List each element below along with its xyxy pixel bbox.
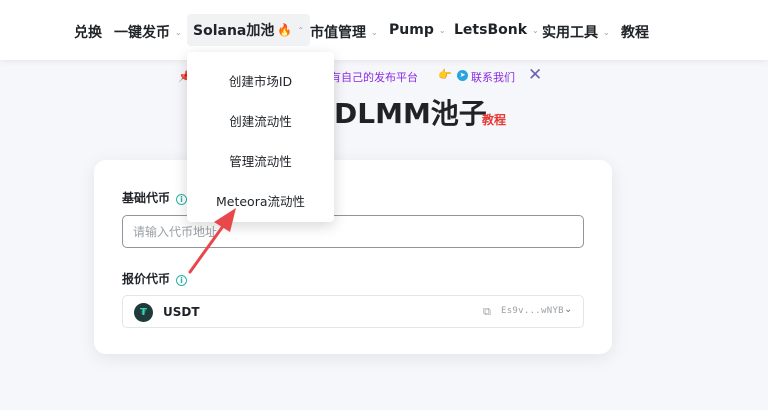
quote-token-select[interactable]: ₮ USDT ⧉ Es9v...wNYB ⌄ xyxy=(122,295,584,328)
telegram-icon[interactable]: ➤ xyxy=(457,70,468,81)
nav-item-label: Solana加池 xyxy=(193,23,275,39)
nav-item-swap[interactable]: 兑换 xyxy=(74,22,102,42)
chevron-down-icon: ⌄ xyxy=(603,27,610,37)
menu-item-create-liquidity[interactable]: 创建流动性 xyxy=(187,111,334,130)
close-icon[interactable]: ✕ xyxy=(528,65,542,85)
base-token-label-text: 基础代币 xyxy=(122,191,171,205)
contact-us-link[interactable]: 联系我们 xyxy=(471,69,515,85)
nav-item-launch-token[interactable]: 一键发币 ⌄ xyxy=(114,22,182,42)
nav-item-label: LetsBonk xyxy=(454,22,528,38)
chevron-down-icon[interactable]: ⌄ xyxy=(564,304,572,315)
nav-item-market-cap[interactable]: 市值管理 ⌄ xyxy=(310,22,378,42)
banner-text: 有自己的发布平台 xyxy=(330,71,418,84)
nav-item-label: Pump xyxy=(389,22,434,38)
pool-form-card: 基础代币 i 报价代币 i ₮ USDT ⧉ Es9v...wNYB ⌄ xyxy=(94,160,612,354)
nav-item-label: 兑换 xyxy=(74,25,102,41)
nav-item-pump[interactable]: Pump ⌄ xyxy=(389,22,446,38)
nav-item-label: 一键发币 xyxy=(114,25,170,41)
nav-item-tools[interactable]: 实用工具 ⌄ xyxy=(542,22,610,42)
quote-token-address: Es9v...wNYB xyxy=(501,306,564,316)
chevron-down-icon: ⌄ xyxy=(175,27,182,37)
flame-icon: 🔥 xyxy=(277,23,293,37)
info-icon[interactable]: i xyxy=(176,194,188,205)
nav-item-solana-pool[interactable]: Solana加池 🔥 ⌃ xyxy=(187,14,311,46)
solana-pool-dropdown: 创建市场ID 创建流动性 管理流动性 Meteora流动性 xyxy=(187,52,334,222)
chevron-down-icon: ⌄ xyxy=(532,25,539,35)
chevron-down-icon: ⌄ xyxy=(438,25,446,35)
quote-token-label: 报价代币 i xyxy=(122,270,188,287)
pointing-hand-icon: 👉 xyxy=(438,68,452,81)
nav-item-letsbonk[interactable]: LetsBonk ⌄ xyxy=(454,22,539,38)
usdt-logo-icon: ₮ xyxy=(134,303,153,322)
quote-token-label-text: 报价代币 xyxy=(122,272,171,286)
menu-item-manage-liquidity[interactable]: 管理流动性 xyxy=(187,151,334,170)
external-link-icon[interactable]: ⧉ xyxy=(483,305,491,319)
tutorial-link[interactable]: 教程 xyxy=(482,111,506,128)
nav-item-tutorial[interactable]: 教程 xyxy=(621,22,649,42)
info-icon[interactable]: i xyxy=(176,275,188,286)
quote-token-symbol: USDT xyxy=(163,305,200,319)
nav-item-label: 教程 xyxy=(621,25,649,41)
nav-item-label: 实用工具 xyxy=(542,25,598,41)
base-token-label: 基础代币 i xyxy=(122,189,188,206)
top-nav: 兑换 一键发币 ⌄ Solana加池 🔥 ⌃ 市值管理 ⌄ Pump ⌄ Let… xyxy=(0,0,768,60)
menu-item-create-market-id[interactable]: 创建市场ID xyxy=(187,71,334,90)
chevron-down-icon: ⌄ xyxy=(371,27,378,37)
nav-item-label: 市值管理 xyxy=(310,25,366,41)
menu-item-meteora-liquidity[interactable]: Meteora流动性 xyxy=(187,191,334,210)
chevron-up-icon: ⌃ xyxy=(297,25,305,35)
page-title: DLMM池子 xyxy=(334,97,487,130)
